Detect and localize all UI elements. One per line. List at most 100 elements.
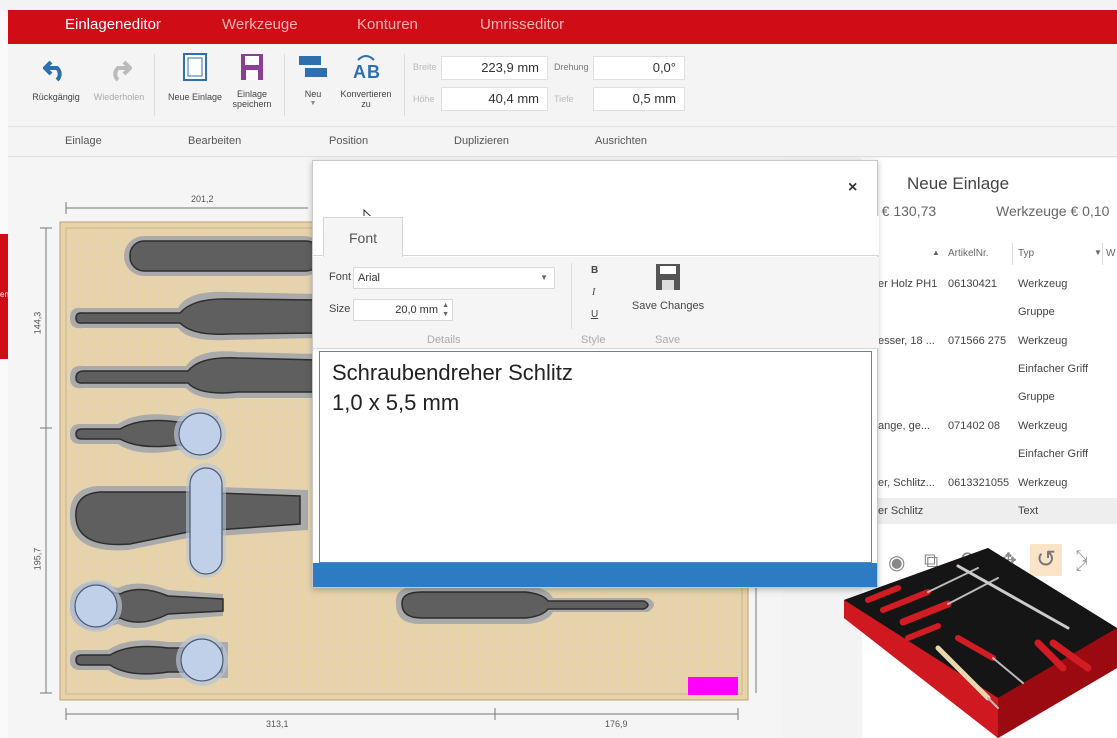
group-save: Save xyxy=(655,334,681,346)
new-shapes-icon xyxy=(299,56,327,77)
row-type[interactable]: Gruppe xyxy=(1018,391,1055,403)
group-details: Details xyxy=(427,334,461,346)
tab-einlageneditor[interactable]: Einlageneditor xyxy=(65,10,161,44)
redo-label: Wiederholen xyxy=(93,92,145,102)
save-icon xyxy=(241,54,263,80)
dim-top: 201,2 xyxy=(191,194,214,204)
left-strip xyxy=(0,10,8,738)
col-header-w[interactable]: W xyxy=(1106,248,1115,259)
filter-icon[interactable]: ▼ xyxy=(1094,248,1102,257)
row-name[interactable]: er Schlitz xyxy=(878,505,923,517)
tab-werkzeuge[interactable]: Werkzeuge xyxy=(222,10,298,44)
new-insert-label: Neue Einlage xyxy=(167,92,223,102)
save-insert-label-2: speichern xyxy=(232,99,272,109)
ribbon-separator xyxy=(154,54,155,116)
convert-dropdown-button[interactable]: AB Konvertieren zu xyxy=(334,52,398,109)
save-insert-button[interactable]: Einlage speichern xyxy=(227,52,277,109)
dim-left-top: 144,3 xyxy=(32,311,43,335)
col-divider xyxy=(1012,243,1013,265)
row-type[interactable]: Werkzeug xyxy=(1018,335,1067,347)
dim-left-bottom: 195,7 xyxy=(32,547,43,571)
row-name[interactable]: er Holz PH1 xyxy=(878,278,937,290)
font-label: Font xyxy=(329,271,352,283)
row-art[interactable]: 071402 08 xyxy=(948,420,1000,432)
ribbon-separator xyxy=(404,54,405,116)
dialog-status-bar xyxy=(313,563,877,587)
row-type[interactable]: Gruppe xyxy=(1018,306,1055,318)
ribbon-separator xyxy=(571,263,572,329)
row-type[interactable]: Text xyxy=(1018,505,1038,517)
group-duplizieren[interactable]: Duplizieren xyxy=(454,135,509,147)
svg-text:B: B xyxy=(367,62,380,82)
width-field[interactable]: 223,9 mm xyxy=(441,56,548,80)
row-type[interactable]: Einfacher Griff xyxy=(1018,363,1088,375)
ribbon-separator xyxy=(284,54,285,116)
convert-label-2: zu xyxy=(361,99,371,109)
save-changes-button[interactable]: Save Changes xyxy=(629,263,707,312)
font-family-value: Arial xyxy=(358,272,381,284)
ribbon-group-bar: Einlage Bearbeiten Position Duplizieren … xyxy=(8,127,1117,157)
height-label: Höhe xyxy=(413,94,435,104)
redo-icon xyxy=(113,60,133,82)
row-art[interactable]: 06130421 xyxy=(948,278,997,290)
save-icon xyxy=(656,264,680,290)
group-ausrichten[interactable]: Ausrichten xyxy=(595,135,647,147)
main-tab-bar: Einlageneditor Werkzeuge Konturen Umriss… xyxy=(8,10,1117,44)
font-family-select[interactable]: Arial ▼ xyxy=(353,267,555,289)
save-insert-label-1: Einlage xyxy=(236,89,268,99)
rotation-field[interactable]: 0,0° xyxy=(593,56,685,80)
new-insert-icon xyxy=(183,53,207,81)
font-size-stepper[interactable]: 20,0 mm ▲ ▼ xyxy=(353,299,453,321)
undo-button[interactable]: Rückgängig xyxy=(26,54,86,102)
tools-price: Werkzeuge € 0,10 xyxy=(996,203,1110,219)
chevron-down-icon: ▼ xyxy=(309,100,317,107)
sort-asc-icon[interactable]: ▲ xyxy=(932,248,940,257)
new-label: Neu xyxy=(304,89,322,99)
underline-button[interactable]: U xyxy=(591,309,598,320)
row-type[interactable]: Werkzeug xyxy=(1018,477,1067,489)
col-header-artikelnr[interactable]: ArtikelNr. xyxy=(948,248,989,259)
italic-button[interactable]: I xyxy=(592,287,595,298)
size-label: Size xyxy=(329,303,351,315)
spin-arrows-icon[interactable]: ▲ ▼ xyxy=(442,301,449,319)
text-editor[interactable]: Schraubendreher Schlitz 1,0 x 5,5 mm xyxy=(319,351,872,563)
height-field[interactable]: 40,4 mm xyxy=(441,87,548,111)
col-divider xyxy=(1102,243,1103,265)
insert-3d-preview[interactable] xyxy=(838,548,1117,738)
row-name[interactable]: er, Schlitz... xyxy=(878,477,935,489)
new-dropdown-button[interactable]: Neu ▼ xyxy=(293,52,333,109)
ribbon: Rückgängig Wiederholen Neue Einlage Einl… xyxy=(8,44,1117,127)
dim-bottom-right: 176,9 xyxy=(605,719,628,729)
row-art[interactable]: 0613321055 xyxy=(948,477,1009,489)
undo-label: Rückgängig xyxy=(32,92,80,102)
row-type[interactable]: Einfacher Griff xyxy=(1018,448,1088,460)
tab-font[interactable]: Font xyxy=(323,217,403,257)
row-name[interactable]: ange, ge... xyxy=(878,420,930,432)
tab-konturen[interactable]: Konturen xyxy=(357,10,418,44)
new-insert-button[interactable]: Neue Einlage xyxy=(166,52,224,102)
row-type[interactable]: Werkzeug xyxy=(1018,420,1067,432)
redo-button[interactable]: Wiederholen xyxy=(88,54,150,102)
bold-button[interactable]: B xyxy=(591,265,598,276)
convert-label-1: Konvertieren xyxy=(340,89,392,99)
dim-bottom-left: 313,1 xyxy=(266,719,289,729)
insert-price: e € 130,73 xyxy=(870,203,937,219)
row-art[interactable]: 071566 275 xyxy=(948,335,1006,347)
row-name[interactable]: esser, 18 ... xyxy=(878,335,935,347)
row-type[interactable]: Werkzeug xyxy=(1018,278,1067,290)
group-einlage[interactable]: Einlage xyxy=(65,135,102,147)
group-position[interactable]: Position xyxy=(329,135,368,147)
group-bearbeiten[interactable]: Bearbeiten xyxy=(188,135,241,147)
width-label: Breite xyxy=(413,62,437,72)
convert-ab-icon: AB xyxy=(353,55,380,82)
dialog-ribbon: Font Arial ▼ Size 20,0 mm ▲ ▼ B I U Save … xyxy=(313,257,879,349)
close-icon[interactable]: × xyxy=(848,179,857,197)
app-window: en Einlageneditor Werkzeuge Konturen Umr… xyxy=(0,0,1117,738)
depth-field[interactable]: 0,5 mm xyxy=(593,87,685,111)
col-header-typ[interactable]: Typ xyxy=(1018,248,1034,259)
group-style: Style xyxy=(581,334,606,346)
font-dialog: × Font Font Arial ▼ Size 20,0 mm ▲ ▼ B I … xyxy=(312,160,879,588)
font-size-value: 20,0 mm xyxy=(395,304,438,316)
depth-label: Tiefe xyxy=(554,94,574,104)
tab-umrisseditor[interactable]: Umrisseditor xyxy=(480,10,564,44)
